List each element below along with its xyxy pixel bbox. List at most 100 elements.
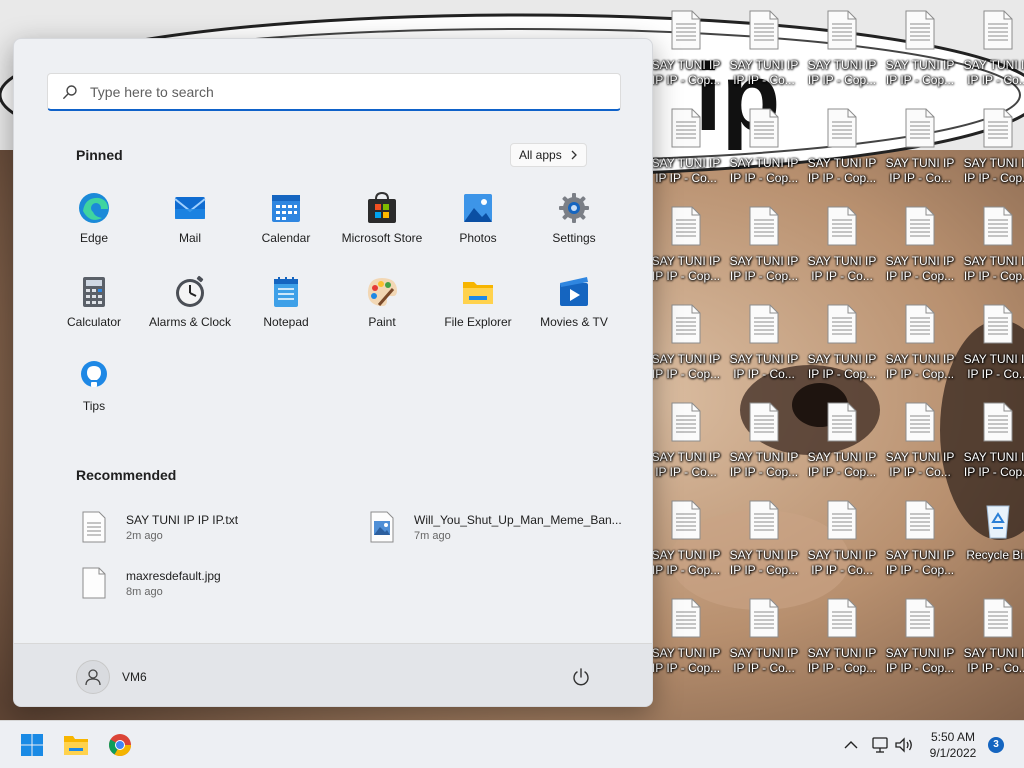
user-account-button[interactable] — [76, 660, 110, 694]
desktop-file-icon[interactable]: SAY TUNI IP IP IP - Co... — [648, 108, 724, 200]
desktop-icon-label: SAY TUNI IP IP IP - Cop... — [807, 352, 877, 381]
text-document-icon — [749, 500, 779, 540]
text-document-icon — [905, 500, 935, 540]
desktop-file-icon[interactable]: SAY TUNI IP IP IP - Co... — [804, 206, 880, 298]
windows-start-icon — [21, 734, 43, 756]
desktop-file-icon[interactable]: SAY TUNI IP IP IP - Cop... — [960, 206, 1024, 298]
notification-badge[interactable]: 3 — [988, 737, 1004, 753]
desktop-file-icon[interactable]: SAY TUNI IP IP IP - Cop... — [726, 206, 802, 298]
pinned-app-settings[interactable]: Settings — [526, 191, 622, 271]
power-icon[interactable] — [570, 666, 592, 688]
desktop-file-icon[interactable]: SAY TUNI IP IP IP - Co... — [882, 402, 958, 494]
start-button[interactable] — [16, 729, 48, 761]
search-input[interactable] — [90, 83, 590, 100]
pinned-app-file-explorer[interactable]: File Explorer — [430, 275, 526, 355]
desktop-file-icon[interactable]: SAY TUNI IP IP IP - Cop... — [726, 500, 802, 592]
pinned-app-tips[interactable]: Tips — [46, 359, 142, 439]
recommended-file-name: maxresdefault.jpg — [126, 568, 221, 583]
desktop-icon-label: SAY TUNI IP IP IP - Co... — [807, 254, 877, 283]
all-apps-button[interactable]: All apps — [510, 143, 587, 167]
clock-date: 9/1/2022 — [929, 746, 977, 760]
desktop-file-icon[interactable]: SAY TUNI IP IP IP - Co... — [960, 304, 1024, 396]
text-document-icon — [671, 10, 701, 50]
pinned-section-title: Pinned — [76, 147, 123, 163]
desktop-file-icon[interactable]: SAY TUNI IP IP IP - Cop... — [882, 500, 958, 592]
desktop-file-icon[interactable]: SAY TUNI IP IP IP - Co... — [648, 402, 724, 494]
desktop-icon-label: SAY TUNI IP IP IP - Cop... — [963, 450, 1024, 479]
text-document-icon — [827, 598, 857, 638]
text-document-icon — [749, 402, 779, 442]
store-icon — [368, 191, 396, 223]
desktop-file-icon[interactable]: SAY TUNI IP IP IP - Cop... — [960, 108, 1024, 200]
desktop-icon-label: SAY TUNI IP IP IP - Co... — [729, 352, 799, 381]
desktop-icon-label: SAY TUNI IP IP IP - Cop... — [729, 548, 799, 577]
app-label: Calculator — [66, 315, 122, 329]
pinned-app-paint[interactable]: Paint — [334, 275, 430, 355]
desktop-file-icon[interactable]: SAY TUNI IP IP IP - Co... — [726, 10, 802, 102]
desktop-file-icon[interactable]: SAY TUNI IP IP IP - Cop... — [882, 598, 958, 690]
pinned-app-calendar[interactable]: Calendar — [238, 191, 334, 271]
desktop-file-icon[interactable]: SAY TUNI IP IP IP - Cop... — [960, 402, 1024, 494]
chevron-up-icon[interactable] — [842, 736, 860, 754]
desktop-file-icon[interactable]: SAY TUNI IP IP IP - Cop... — [726, 108, 802, 200]
desktop-file-icon[interactable]: SAY TUNI IP IP IP - Cop... — [882, 10, 958, 102]
pinned-app-notepad[interactable]: Notepad — [238, 275, 334, 355]
pinned-app-alarms-clock[interactable]: Alarms & Clock — [142, 275, 238, 355]
recommended-item-txt[interactable]: SAY TUNI IP IP IP.txt 2m ago — [82, 507, 352, 547]
desktop-icon-label: SAY TUNI IP IP IP - Cop... — [651, 548, 721, 577]
desktop-file-icon[interactable]: SAY TUNI IP IP IP - Cop... — [804, 402, 880, 494]
desktop-file-icon[interactable]: SAY TUNI IP IP IP - Cop... — [648, 500, 724, 592]
desktop-file-icon[interactable]: SAY TUNI IP IP IP - Cop... — [804, 598, 880, 690]
text-document-icon — [749, 598, 779, 638]
desktop-file-icon[interactable]: SAY TUNI IP IP IP - Cop... — [726, 402, 802, 494]
volume-icon[interactable] — [894, 735, 914, 755]
recommended-item-jpg[interactable]: maxresdefault.jpg 8m ago — [82, 563, 352, 603]
pinned-app-photos[interactable]: Photos — [430, 191, 526, 271]
desktop-file-icon[interactable]: SAY TUNI IP IP IP - Co... — [960, 598, 1024, 690]
desktop-file-icon[interactable]: SAY TUNI IP IP IP - Cop... — [804, 304, 880, 396]
network-icon[interactable] — [870, 735, 890, 755]
recommended-file-time: 2m ago — [126, 529, 163, 542]
search-box[interactable] — [47, 73, 621, 111]
desktop-file-icon[interactable]: SAY TUNI IP IP IP - Cop... — [804, 108, 880, 200]
start-menu: Pinned All apps Edge Mail — [13, 38, 653, 707]
desktop-file-icon[interactable]: SAY TUNI IP IP IP - Cop... — [648, 304, 724, 396]
taskbar-file-explorer[interactable] — [60, 729, 92, 761]
desktop-file-icon[interactable]: SAY TUNI IP IP IP - Cop... — [648, 10, 724, 102]
system-clock[interactable]: 5:50 AM 9/1/2022 — [920, 729, 986, 761]
app-label: Calendar — [261, 231, 311, 245]
search-icon — [63, 84, 77, 99]
desktop-file-icon[interactable]: SAY TUNI IP IP IP - Co... — [726, 598, 802, 690]
desktop-file-icon[interactable]: SAY TUNI IP IP IP - Co... — [804, 500, 880, 592]
settings-gear-icon — [559, 193, 589, 223]
desktop-icon-label: SAY TUNI IP IP IP - Cop... — [651, 646, 721, 675]
pinned-app-microsoft-store[interactable]: Microsoft Store — [334, 191, 430, 271]
pinned-app-movies-tv[interactable]: Movies & TV — [526, 275, 622, 355]
pinned-app-calculator[interactable]: Calculator — [46, 275, 142, 355]
desktop-file-icon[interactable]: SAY TUNI IP IP IP - Cop... — [882, 206, 958, 298]
desktop-file-icon[interactable]: SAY TUNI IP IP IP - Cop... — [648, 206, 724, 298]
app-label: Mail — [178, 231, 201, 245]
clock-time: 5:50 AM — [930, 730, 976, 744]
pinned-app-edge[interactable]: Edge — [46, 191, 142, 271]
app-label: Settings — [552, 231, 596, 245]
desktop-file-icon[interactable]: SAY TUNI IP IP IP - Co... — [960, 10, 1024, 102]
desktop-file-icon[interactable]: SAY TUNI IP IP IP - Co... — [726, 304, 802, 396]
desktop-file-icon[interactable]: SAY TUNI IP IP IP - Co... — [882, 108, 958, 200]
desktop-icon-label: SAY TUNI IP IP IP - Co... — [963, 352, 1024, 381]
recommended-item-image[interactable]: Will_You_Shut_Up_Man_Meme_Ban... 7m ago — [370, 507, 640, 547]
desktop-recycle-bin[interactable]: Recycle Bin — [960, 500, 1024, 592]
text-document-icon — [983, 108, 1013, 148]
desktop-file-icon[interactable]: SAY TUNI IP IP IP - Cop... — [882, 304, 958, 396]
desktop-file-icon[interactable]: SAY TUNI IP IP IP - Cop... — [804, 10, 880, 102]
text-document-icon — [671, 402, 701, 442]
taskbar-chrome[interactable] — [104, 729, 136, 761]
app-label: Edge — [79, 231, 109, 245]
text-document-icon — [983, 598, 1013, 638]
taskbar: 5:50 AM 9/1/2022 3 — [0, 720, 1024, 768]
recommended-file-time: 8m ago — [126, 585, 163, 598]
desktop-file-icon[interactable]: SAY TUNI IP IP IP - Cop... — [648, 598, 724, 690]
pinned-app-mail[interactable]: Mail — [142, 191, 238, 271]
blank-file-icon — [82, 567, 106, 599]
desktop-icon-label: SAY TUNI IP IP IP - Co... — [729, 58, 799, 87]
